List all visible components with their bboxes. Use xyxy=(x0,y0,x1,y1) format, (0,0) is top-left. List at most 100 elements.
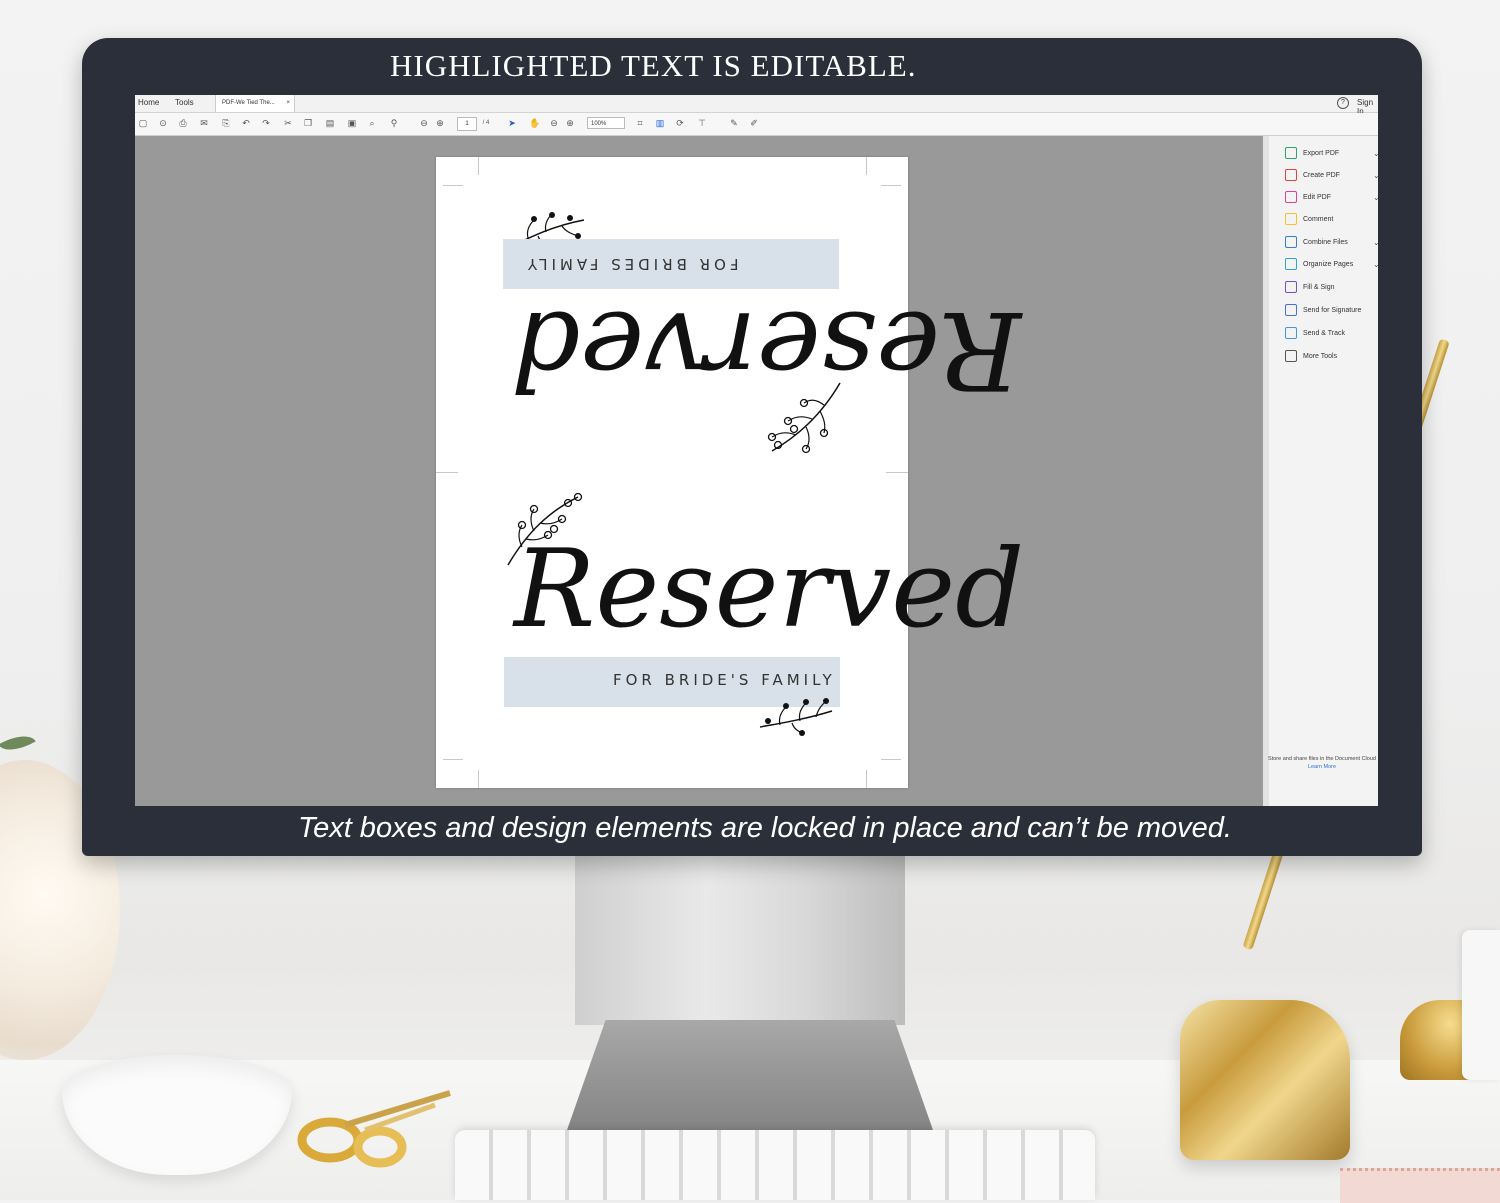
fill-sign-icon xyxy=(1285,281,1297,294)
leaf-sprig-icon xyxy=(759,698,833,736)
crop-mark xyxy=(478,157,479,175)
comment-icon xyxy=(1285,213,1297,226)
tool-label: Edit PDF xyxy=(1303,194,1332,201)
menu-home[interactable]: Home xyxy=(138,98,159,107)
tool-comment[interactable]: Comment xyxy=(1285,213,1333,227)
berry-branch-icon xyxy=(767,382,841,454)
chevron-down-icon[interactable]: ⌄ xyxy=(1373,258,1378,272)
document-tab[interactable]: PDF-We Tied The... × xyxy=(215,95,295,112)
crop-mark xyxy=(443,185,463,186)
tool-label: Fill & Sign xyxy=(1303,284,1335,291)
menu-tools[interactable]: Tools xyxy=(175,98,194,107)
fold-mark xyxy=(436,472,458,473)
crop-icon[interactable]: ⌗ xyxy=(635,118,645,128)
rotate-icon[interactable]: ⟳ xyxy=(675,118,685,128)
fold-mark xyxy=(886,472,908,473)
search-icon[interactable]: ⌕ xyxy=(367,118,377,128)
chevron-down-icon[interactable]: ⌄ xyxy=(1373,236,1378,250)
tool-organize-pages[interactable]: Organize Pages ⌄ xyxy=(1285,258,1378,272)
undo-icon[interactable]: ↶ xyxy=(241,118,251,128)
organize-pages-icon xyxy=(1285,258,1297,271)
tool-send-track[interactable]: Send & Track xyxy=(1285,327,1345,341)
headline: HIGHLIGHTED TEXT IS EDITABLE. xyxy=(390,48,917,83)
edit-pdf-icon xyxy=(1285,191,1297,204)
copy-icon[interactable]: ❐ xyxy=(303,118,313,128)
send-signature-icon xyxy=(1285,304,1297,317)
help-icon[interactable]: ? xyxy=(1337,97,1349,109)
notebook xyxy=(1340,1168,1500,1203)
redo-icon[interactable]: ↷ xyxy=(261,118,271,128)
zoom-select[interactable]: 100% xyxy=(587,117,625,129)
pdf-viewer-window: Home Tools PDF-We Tied The... × ? Sign I… xyxy=(135,95,1378,806)
read-mode-icon[interactable]: ⊤ xyxy=(697,118,707,128)
close-tab-icon[interactable]: × xyxy=(286,95,290,112)
learn-more-link[interactable]: Learn More xyxy=(1267,763,1377,771)
page-number-input[interactable]: 1 xyxy=(457,117,477,131)
promo-text: Store and share files in the Document Cl… xyxy=(1268,756,1376,762)
previous-page-icon[interactable]: ⊖ xyxy=(419,118,429,128)
pdf-page: FOR BRIDES FAMILY Reserved Reserved FOR … xyxy=(436,157,1024,788)
tool-combine-files[interactable]: Combine Files ⌄ xyxy=(1285,236,1378,250)
flower-leaf xyxy=(0,727,36,759)
zoom-in-icon[interactable]: ⊕ xyxy=(565,118,575,128)
crop-mark xyxy=(866,770,867,788)
next-page-icon[interactable]: ⊕ xyxy=(435,118,445,128)
editable-subtitle-top[interactable]: FOR BRIDES FAMILY xyxy=(524,255,738,273)
crop-mark xyxy=(443,759,463,760)
tool-fill-sign[interactable]: Fill & Sign xyxy=(1285,281,1335,295)
menu-bar: Home Tools PDF-We Tied The... × ? Sign I… xyxy=(135,95,1378,116)
tool-label: Create PDF xyxy=(1303,172,1340,179)
reserved-title-bottom: Reserved xyxy=(514,527,1025,652)
toolbar: ▢ ⊙ ⎙ ✉ ⎘ ↶ ↷ ✂ ❐ ▤ ▣ ⌕ ⚲ ⊖ ⊕ 1 / 4 ➤ ✋ … xyxy=(135,113,1378,136)
find-icon[interactable]: ⚲ xyxy=(389,118,399,128)
new-file-icon[interactable]: ▢ xyxy=(138,118,148,128)
screenshot-icon[interactable]: ▣ xyxy=(347,118,357,128)
pen-icon[interactable]: ✐ xyxy=(749,118,759,128)
gold-scissors xyxy=(297,1090,451,1168)
tool-label: Comment xyxy=(1303,216,1334,223)
tool-label: Send for Signature xyxy=(1303,307,1362,314)
fit-page-icon[interactable]: ▥ xyxy=(655,118,665,128)
gold-stapler xyxy=(1180,1000,1350,1160)
chevron-down-icon[interactable]: ⌄ xyxy=(1373,147,1378,161)
crop-mark xyxy=(881,185,901,186)
send-track-icon xyxy=(1285,327,1297,340)
pane-splitter[interactable] xyxy=(1263,136,1269,806)
more-tools-icon xyxy=(1285,350,1297,363)
monitor-stand-neck xyxy=(575,855,905,1025)
paste-icon[interactable]: ▤ xyxy=(325,118,335,128)
cut-icon[interactable]: ✂ xyxy=(283,118,293,128)
chevron-down-icon[interactable]: ⌄ xyxy=(1373,169,1378,183)
tool-edit-pdf[interactable]: Edit PDF ⌄ xyxy=(1285,191,1378,205)
crop-mark xyxy=(478,770,479,788)
zoom-out-icon[interactable]: ⊖ xyxy=(549,118,559,128)
tool-label: Export PDF xyxy=(1303,150,1340,157)
tool-send-signature[interactable]: Send for Signature xyxy=(1285,304,1361,318)
tool-export-pdf[interactable]: Export PDF ⌄ xyxy=(1285,147,1378,161)
print-icon[interactable]: ⎙ xyxy=(178,118,188,128)
tool-label: More Tools xyxy=(1303,353,1338,360)
keyboard xyxy=(455,1130,1095,1200)
tool-label: Combine Files xyxy=(1303,239,1348,246)
combine-files-icon xyxy=(1285,236,1297,249)
select-cursor-icon[interactable]: ➤ xyxy=(507,118,517,128)
save-icon[interactable]: ⊙ xyxy=(158,118,168,128)
crop-mark xyxy=(866,157,867,175)
white-cup xyxy=(1462,930,1500,1080)
tool-label: Send & Track xyxy=(1303,330,1346,337)
page-total: / 4 xyxy=(482,120,490,126)
email-icon[interactable]: ✉ xyxy=(199,118,209,128)
document-cloud-promo: Store and share files in the Document Cl… xyxy=(1267,755,1377,771)
caption: Text boxes and design elements are locke… xyxy=(298,812,1232,844)
hand-tool-icon[interactable]: ✋ xyxy=(529,118,540,128)
chevron-down-icon[interactable]: ⌄ xyxy=(1373,191,1378,205)
crop-mark xyxy=(881,759,901,760)
document-tab-label: PDF-We Tied The... xyxy=(222,100,275,106)
tool-create-pdf[interactable]: Create PDF ⌄ xyxy=(1285,169,1378,183)
tool-label: Organize Pages xyxy=(1303,261,1354,268)
export-pdf-icon xyxy=(1285,147,1297,160)
export-icon[interactable]: ⎘ xyxy=(221,118,231,128)
tool-more-tools[interactable]: More Tools xyxy=(1285,350,1337,364)
editable-subtitle-bottom[interactable]: FOR BRIDE'S FAMILY xyxy=(613,671,836,689)
comment-tool-icon[interactable]: ✎ xyxy=(729,118,739,128)
